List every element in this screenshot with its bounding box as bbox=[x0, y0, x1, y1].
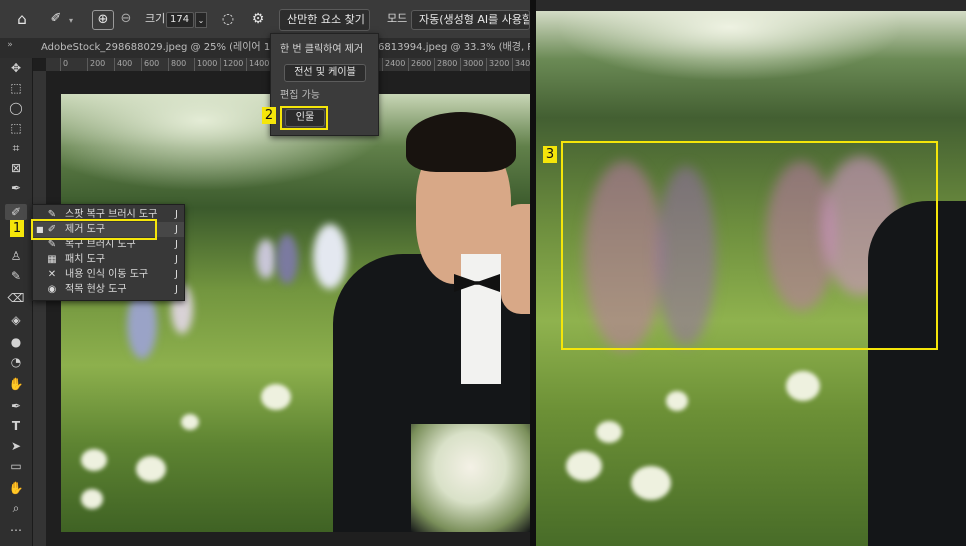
find-distractions-label: 산만한 요소 찾기 bbox=[287, 13, 365, 26]
annotation-number-2: 2 bbox=[262, 107, 276, 124]
ruler-label: 2800 bbox=[437, 59, 458, 68]
document-tab-bar: » AdobeStock_298688029.jpeg @ 25% (레이어 1… bbox=[0, 36, 559, 59]
size-chevron-icon[interactable]: ⌄ bbox=[195, 12, 207, 28]
one-click-remove-title: 한 번 클릭하여 제거 bbox=[280, 44, 364, 55]
find-distractions-dropdown[interactable]: 산만한 요소 찾기 bbox=[279, 9, 370, 31]
crop-tool-icon[interactable]: ⌗ bbox=[5, 140, 27, 156]
type-tool-icon[interactable]: T bbox=[5, 418, 27, 434]
blurred-person bbox=[313, 224, 347, 289]
history-brush-tool-icon[interactable]: ✎ bbox=[5, 268, 27, 284]
flyout-item-red-eye[interactable]: ◉ 적목 현상 도구 J bbox=[33, 282, 184, 297]
ruler-label: 0 bbox=[63, 59, 69, 68]
ruler-label: 800 bbox=[171, 59, 187, 68]
ruler-label: 2400 bbox=[385, 59, 406, 68]
blurred-flower bbox=[136, 456, 166, 482]
more-tools-icon[interactable]: ⋯ bbox=[5, 522, 27, 538]
ruler-label: 200 bbox=[90, 59, 106, 68]
annotation-number-3: 3 bbox=[543, 146, 557, 163]
ruler-label: 3000 bbox=[463, 59, 484, 68]
healing-tools-icon[interactable]: ✐ bbox=[5, 204, 27, 220]
burn-tool-icon[interactable]: ✋ bbox=[5, 376, 27, 392]
blurred-person bbox=[256, 239, 276, 279]
ruler-label: 1000 bbox=[197, 59, 218, 68]
gear-icon[interactable]: ⚙ bbox=[248, 10, 268, 28]
blurred-flower bbox=[631, 466, 671, 500]
blurred-flower bbox=[261, 384, 291, 410]
pen-tool-icon[interactable]: ✒ bbox=[5, 398, 27, 414]
collapse-panels-icon[interactable]: » bbox=[4, 36, 16, 54]
wedding-photo-left[interactable] bbox=[61, 94, 530, 532]
path-select-tool-icon[interactable]: ➤ bbox=[5, 438, 27, 454]
rectangle-tool-icon[interactable]: ▭ bbox=[5, 458, 27, 474]
blurred-flower bbox=[81, 449, 107, 471]
zoom-tool-icon[interactable]: ⌕ bbox=[5, 500, 27, 516]
groom-shirt bbox=[461, 254, 501, 384]
size-label: 크기 bbox=[145, 12, 166, 25]
groom-hair bbox=[406, 112, 516, 172]
vertical-ruler bbox=[32, 71, 47, 546]
lasso-tool-icon[interactable]: ◯ bbox=[5, 100, 27, 116]
frame-tool-icon[interactable]: ⊠ bbox=[5, 160, 27, 176]
annotation-number-1: 1 bbox=[10, 220, 24, 237]
move-tool-icon[interactable]: ✥ bbox=[5, 60, 27, 76]
hand-tool-icon[interactable]: ✋ bbox=[5, 480, 27, 496]
ruler-label: 1200 bbox=[223, 59, 244, 68]
size-input[interactable]: 174 bbox=[166, 12, 194, 28]
blurred-flower bbox=[666, 391, 688, 411]
ruler-label: 3200 bbox=[489, 59, 510, 68]
ruler-label: 600 bbox=[144, 59, 160, 68]
blurred-flower bbox=[596, 421, 622, 443]
mode-value: 자동(생성형 AI를 사용할 bbox=[419, 13, 530, 26]
marquee-tool-icon[interactable]: ⬚ bbox=[5, 80, 27, 96]
home-icon[interactable]: ⌂ bbox=[12, 10, 32, 28]
gradient-tool-icon[interactable]: ◈ bbox=[5, 312, 27, 328]
blurred-flower bbox=[181, 414, 199, 430]
remove-tool-preset-icon[interactable]: ✐ bbox=[46, 10, 66, 28]
document-tab-left[interactable]: AdobeStock_298688029.jpeg @ 25% (레이어 1, … bbox=[41, 41, 308, 55]
highlight-selected-people bbox=[561, 141, 938, 350]
flyout-item-patch[interactable]: ▦ 패치 도구 J bbox=[33, 252, 184, 267]
highlight-remove-tool bbox=[31, 219, 157, 240]
ruler-label: 2600 bbox=[411, 59, 432, 68]
editable-label: 편집 가능 bbox=[280, 90, 320, 101]
wires-and-cables-button[interactable]: 전선 및 케이블 bbox=[284, 64, 366, 82]
ruler-label: 400 bbox=[117, 59, 133, 68]
eraser-tool-icon[interactable]: ⌫ bbox=[5, 290, 27, 306]
tools-panel: ✥ ⬚ ◯ ⬚ ⌗ ⊠ ✒ ✐ ✎ ♙ ✎ ⌫ ◈ ● ◔ ✋ ✒ T ➤ ▭ … bbox=[0, 58, 33, 546]
preset-chevron-icon[interactable]: ▾ bbox=[66, 12, 76, 30]
blurred-flower bbox=[786, 371, 820, 401]
right-window-top-strip bbox=[536, 0, 966, 11]
clone-stamp-tool-icon[interactable]: ♙ bbox=[5, 248, 27, 264]
object-select-tool-icon[interactable]: ⬚ bbox=[5, 120, 27, 136]
blur-tool-icon[interactable]: ● bbox=[5, 334, 27, 350]
add-to-brush-icon[interactable]: ⊕ bbox=[92, 10, 114, 30]
red-eye-icon: ◉ bbox=[47, 284, 57, 295]
mode-dropdown[interactable]: 자동(생성형 AI를 사용할 bbox=[411, 10, 530, 30]
subtract-brush-icon[interactable]: ⊖ bbox=[117, 10, 135, 28]
pressure-size-icon[interactable]: ◌ bbox=[218, 10, 238, 28]
dodge-tool-icon[interactable]: ◔ bbox=[5, 354, 27, 370]
content-aware-move-icon: ✕ bbox=[47, 269, 57, 280]
eyedropper-tool-icon[interactable]: ✒ bbox=[5, 180, 27, 196]
blurred-person bbox=[276, 234, 298, 284]
flyout-item-content-aware-move[interactable]: ✕ 내용 인식 이동 도구 J bbox=[33, 267, 184, 282]
bouquet bbox=[411, 424, 530, 532]
highlight-people-button bbox=[280, 106, 328, 130]
mode-label: 모드 bbox=[387, 12, 408, 25]
ruler-label: 3400 bbox=[515, 59, 530, 68]
ruler-label: 1400 bbox=[249, 59, 270, 68]
blurred-flower bbox=[566, 451, 602, 481]
options-bar: ⌂ ✐ ▾ ⊕ ⊖ 크기 174 ⌄ ◌ ⚙ 산만한 요소 찾기 모드 자동(생… bbox=[0, 0, 530, 39]
bride-shoulder bbox=[501, 204, 530, 314]
blurred-flower bbox=[81, 489, 103, 509]
patch-icon: ▦ bbox=[47, 254, 57, 265]
